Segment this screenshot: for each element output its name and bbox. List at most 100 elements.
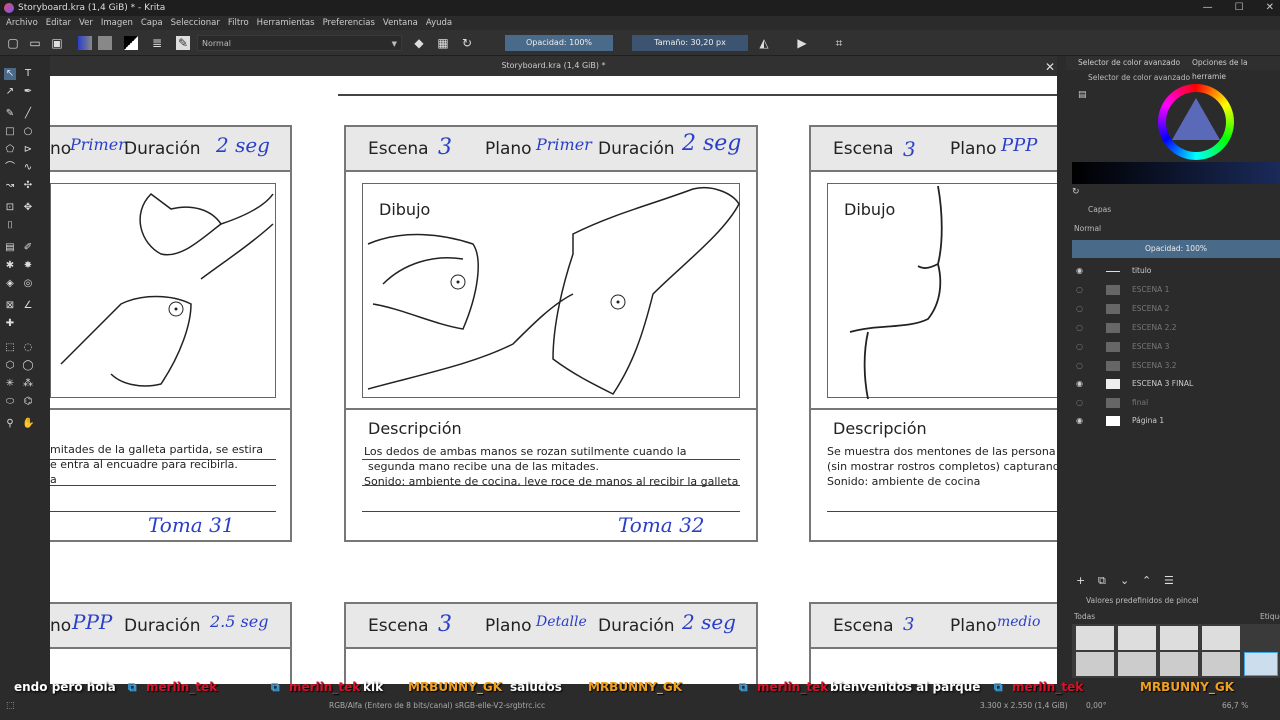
enclose-fill-tool-icon[interactable]: ◎ bbox=[22, 278, 34, 290]
selector-settings-icon[interactable]: ▤ bbox=[1078, 90, 1087, 100]
contiguous-select-tool-icon[interactable]: ✳ bbox=[4, 378, 16, 390]
freehand-select-tool-icon[interactable]: ◯ bbox=[22, 360, 34, 372]
pan-tool-icon[interactable]: ✋ bbox=[22, 418, 34, 430]
eye-icon[interactable]: ◉ bbox=[1076, 412, 1083, 430]
polygon-select-tool-icon[interactable]: ⬡ bbox=[4, 360, 16, 372]
menu-ayuda[interactable]: Ayuda bbox=[426, 16, 452, 30]
alpha-lock-icon[interactable]: ▦ bbox=[436, 36, 450, 50]
layer-row[interactable]: ◉ Página 1 bbox=[1072, 412, 1280, 430]
brush-preset-item[interactable] bbox=[1076, 626, 1114, 650]
document-tab[interactable]: Storyboard.kra (1,4 GiB) * ✕ bbox=[50, 56, 1057, 76]
colorize-mask-tool-icon[interactable]: ✸ bbox=[22, 260, 34, 272]
eye-hidden-icon[interactable]: ○ bbox=[1076, 319, 1083, 337]
layer-row[interactable]: ○ final bbox=[1072, 394, 1280, 412]
dynamic-brush-tool-icon[interactable]: ↝ bbox=[4, 180, 16, 192]
brush-preset-icon[interactable]: ✎ bbox=[176, 36, 190, 50]
brush-preset-item[interactable] bbox=[1118, 626, 1156, 650]
transform-tool-icon[interactable]: ⌷ bbox=[4, 220, 16, 232]
menu-imagen[interactable]: Imagen bbox=[101, 16, 133, 30]
gradient-tool-icon[interactable]: ▤ bbox=[4, 242, 16, 254]
rectangle-tool-icon[interactable]: □ bbox=[4, 126, 16, 138]
layers-opacity-slider[interactable]: Opacidad: 100% bbox=[1072, 240, 1280, 258]
layer-row[interactable]: ◉ titulo bbox=[1072, 262, 1280, 280]
open-file-icon[interactable]: ▭ bbox=[28, 36, 42, 50]
eraser-icon[interactable]: ◆ bbox=[412, 36, 426, 50]
layer-row[interactable]: ○ ESCENA 3 bbox=[1072, 338, 1280, 356]
layer-row[interactable]: ○ ESCENA 2.2 bbox=[1072, 319, 1280, 337]
wrap-around-icon[interactable]: ⌗ bbox=[832, 36, 846, 50]
freehand-brush-tool-icon[interactable]: ✎ bbox=[4, 108, 16, 120]
mirror-horizontal-icon[interactable]: ◭ bbox=[757, 36, 771, 50]
eye-hidden-icon[interactable]: ○ bbox=[1076, 394, 1083, 412]
refresh-icon[interactable]: ↻ bbox=[1072, 187, 1080, 197]
select-shapes-tool-icon[interactable]: ↖ bbox=[4, 68, 16, 80]
fg-bg-color-icon[interactable] bbox=[124, 36, 138, 50]
move-up-icon[interactable]: ⌃ bbox=[1142, 574, 1151, 587]
close-window-icon[interactable]: ✕ bbox=[1266, 0, 1274, 16]
multibrush-tool-icon[interactable]: ✣ bbox=[22, 180, 34, 192]
minimize-icon[interactable]: — bbox=[1203, 0, 1213, 16]
similar-select-tool-icon[interactable]: ⁂ bbox=[22, 378, 34, 390]
layers-blend-mode[interactable]: Normal bbox=[1074, 224, 1101, 233]
line-tool-icon[interactable]: ╱ bbox=[22, 108, 34, 120]
brush-preset-item[interactable] bbox=[1160, 626, 1198, 650]
color-space-info[interactable]: RGB/Alfa (Entero de 8 bits/canal) sRGB-e… bbox=[329, 698, 545, 714]
menu-seleccionar[interactable]: Seleccionar bbox=[171, 16, 220, 30]
eye-hidden-icon[interactable]: ○ bbox=[1076, 300, 1083, 318]
menu-preferencias[interactable]: Preferencias bbox=[323, 16, 375, 30]
canvas-area[interactable]: Storyboard.kra (1,4 GiB) * ✕ no Primer D… bbox=[50, 56, 1057, 684]
blend-mode-select[interactable]: Normal ▼ bbox=[197, 35, 402, 51]
zoom-tool-icon[interactable]: ⚲ bbox=[4, 418, 16, 430]
menu-ventana[interactable]: Ventana bbox=[383, 16, 418, 30]
menu-herramientas[interactable]: Herramientas bbox=[257, 16, 315, 30]
pattern-icon[interactable] bbox=[98, 36, 112, 50]
layer-row[interactable]: ○ ESCENA 3.2 bbox=[1072, 357, 1280, 375]
brush-preset-item[interactable] bbox=[1076, 652, 1114, 676]
brush-preset-item[interactable] bbox=[1118, 652, 1156, 676]
measure-tool-icon[interactable]: ∠ bbox=[22, 300, 34, 312]
freehand-path-tool-icon[interactable]: ∿ bbox=[22, 162, 34, 174]
eye-hidden-icon[interactable]: ○ bbox=[1076, 281, 1083, 299]
polygon-tool-icon[interactable]: ⬠ bbox=[4, 144, 16, 156]
gradient-icon[interactable] bbox=[78, 36, 92, 50]
layer-row[interactable]: ○ ESCENA 2 bbox=[1072, 300, 1280, 318]
mirror-vertical-icon[interactable]: ▶ bbox=[795, 36, 809, 50]
duplicate-layer-icon[interactable]: ⧉ bbox=[1098, 574, 1106, 588]
menu-editar[interactable]: Editar bbox=[46, 16, 71, 30]
color-picker-tool-icon[interactable]: ✐ bbox=[22, 242, 34, 254]
crop-tool-icon[interactable]: ⊡ bbox=[4, 202, 16, 214]
polyline-tool-icon[interactable]: ⊳ bbox=[22, 144, 34, 156]
calligraphy-tool-icon[interactable]: ✒ bbox=[22, 86, 34, 98]
rect-select-tool-icon[interactable]: ⬚ bbox=[4, 342, 16, 354]
eye-hidden-icon[interactable]: ○ bbox=[1076, 338, 1083, 356]
size-slider[interactable]: Tamaño: 30,20 px bbox=[632, 35, 748, 51]
text-tool-icon[interactable]: T bbox=[22, 68, 34, 80]
close-document-icon[interactable]: ✕ bbox=[1045, 57, 1055, 77]
layer-row[interactable]: ○ ESCENA 1 bbox=[1072, 281, 1280, 299]
brush-settings-icon[interactable]: ≣ bbox=[150, 36, 164, 50]
color-history-bar[interactable] bbox=[1072, 162, 1280, 184]
fill-tool-icon[interactable]: ◈ bbox=[4, 278, 16, 290]
edit-shapes-tool-icon[interactable]: ↗ bbox=[4, 86, 16, 98]
smart-patch-tool-icon[interactable]: ✱ bbox=[4, 260, 16, 272]
reference-tool-icon[interactable]: ✚ bbox=[4, 318, 16, 330]
zoom-value[interactable]: 66,7 % bbox=[1222, 698, 1248, 714]
color-triangle[interactable] bbox=[1168, 94, 1224, 150]
maximize-icon[interactable]: ☐ bbox=[1235, 0, 1244, 16]
color-wheel[interactable] bbox=[1158, 84, 1234, 160]
brush-preset-item[interactable] bbox=[1160, 652, 1198, 676]
eye-hidden-icon[interactable]: ○ bbox=[1076, 357, 1083, 375]
ellipse-select-tool-icon[interactable]: ◌ bbox=[22, 342, 34, 354]
layer-row[interactable]: ◉ ESCENA 3 FINAL bbox=[1072, 375, 1280, 393]
tab-color-selector[interactable]: Selector de color avanzado bbox=[1078, 56, 1180, 70]
selection-icon[interactable]: ⬚ bbox=[6, 698, 15, 714]
opacity-slider[interactable]: Opacidad: 100% bbox=[505, 35, 613, 51]
menu-filtro[interactable]: Filtro bbox=[228, 16, 249, 30]
eye-icon[interactable]: ◉ bbox=[1076, 375, 1083, 393]
move-down-icon[interactable]: ⌄ bbox=[1120, 574, 1129, 587]
rotation-value[interactable]: 0,00° bbox=[1086, 698, 1106, 714]
brush-preset-item[interactable] bbox=[1202, 652, 1240, 676]
brush-filter-select[interactable]: Todas bbox=[1074, 612, 1095, 621]
add-layer-icon[interactable]: + bbox=[1076, 574, 1085, 587]
move-tool-icon[interactable]: ✥ bbox=[22, 202, 34, 214]
